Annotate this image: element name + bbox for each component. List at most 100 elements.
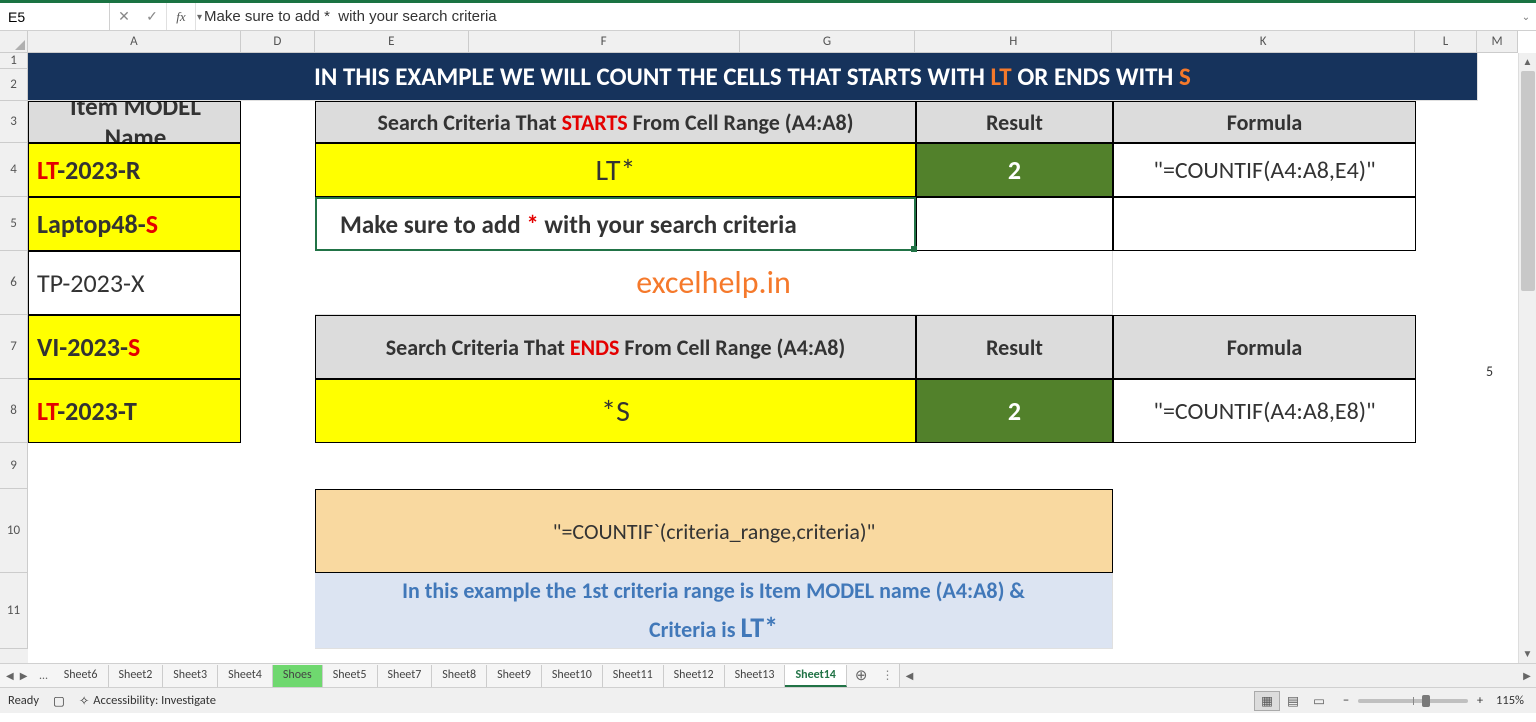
macro-record-icon[interactable]: ▢	[53, 693, 65, 709]
sheet-tab-sheet3[interactable]: Sheet3	[163, 665, 218, 687]
cell-A4[interactable]: LT-2023-R	[28, 143, 241, 197]
cell-E10[interactable]: "=COUNTIF`(criteria_range,criteria)"	[315, 489, 1113, 573]
col-header-L[interactable]: L	[1415, 31, 1477, 53]
cell-E3[interactable]: Search Criteria That STARTS From Cell Ra…	[315, 101, 916, 143]
title-text: IN THIS EXAMPLE WE WILL COUNT THE CELLS …	[314, 61, 990, 92]
e5-pre: Make sure to add	[340, 209, 526, 240]
a7-a: VI-2023-	[37, 331, 128, 363]
a5-b: S	[146, 208, 158, 240]
view-page-layout-icon[interactable]: ▤	[1280, 691, 1306, 711]
sheet-tab-sheet5[interactable]: Sheet5	[323, 665, 378, 687]
cell-A5[interactable]: Laptop48-S	[28, 197, 241, 251]
select-all-corner[interactable]	[0, 31, 28, 53]
cell-H4[interactable]: 2	[916, 143, 1113, 197]
cell-K4[interactable]: "=COUNTIF(A4:A8,E4)"	[1113, 143, 1416, 197]
cell-K8[interactable]: "=COUNTIF(A4:A8,E8)"	[1113, 379, 1416, 443]
status-ready: Ready	[8, 693, 39, 708]
cell-H3[interactable]: Result	[916, 101, 1113, 143]
sheet-tab-sheet9[interactable]: Sheet9	[487, 665, 542, 687]
scroll-up-icon[interactable]: ▲	[1519, 53, 1536, 71]
row-header-1[interactable]: 1	[0, 53, 28, 69]
cell-E4[interactable]: LT*	[315, 143, 916, 197]
watermark: excelhelp.in	[315, 251, 1113, 315]
sheet-tab-sheet14[interactable]: Sheet14	[785, 665, 846, 687]
tabs-prev-icon[interactable]: ◀	[4, 669, 16, 682]
row-header-6[interactable]: 6	[0, 251, 28, 315]
formula-bar: ▾ ✕ ✓ fx ⌄	[0, 3, 1536, 31]
tabs-ellipsis[interactable]: …	[33, 669, 53, 683]
row-header-11[interactable]: 11	[0, 573, 28, 649]
sheet-tab-sheet7[interactable]: Sheet7	[378, 665, 433, 687]
view-normal-icon[interactable]: ▦	[1254, 691, 1280, 711]
sheet-tab-sheet12[interactable]: Sheet12	[664, 665, 725, 687]
cell-H8[interactable]: 2	[916, 379, 1113, 443]
name-box[interactable]: ▾	[0, 3, 110, 30]
accessibility-icon: ✧	[79, 693, 89, 709]
zoom-out-icon[interactable]: −	[1338, 693, 1354, 708]
formula-expand-icon[interactable]: ⌄	[1516, 10, 1536, 23]
col-header-F[interactable]: F	[469, 31, 740, 53]
cell-E8[interactable]: *S	[315, 379, 916, 443]
cell-K5[interactable]	[1113, 197, 1416, 251]
vertical-scrollbar[interactable]: ▲ ▼	[1518, 53, 1536, 663]
col-header-M[interactable]: M	[1477, 31, 1518, 53]
zoom-in-icon[interactable]: +	[1472, 693, 1488, 708]
cell-A7[interactable]: VI-2023-S	[28, 315, 241, 379]
row-header-8[interactable]: 8	[0, 379, 28, 443]
cell-A8[interactable]: LT-2023-T	[28, 379, 241, 443]
scroll-track[interactable]	[1519, 71, 1536, 645]
cell-E11[interactable]: In this example the 1st criteria range i…	[315, 573, 1113, 649]
zoom-percent[interactable]: 115%	[1492, 693, 1528, 708]
row-header-7[interactable]: 7	[0, 315, 28, 379]
scroll-down-icon[interactable]: ▼	[1519, 645, 1536, 663]
sheet-tab-sheet10[interactable]: Sheet10	[542, 665, 603, 687]
zoom-slider[interactable]	[1358, 699, 1468, 703]
row-header-3[interactable]: 3	[0, 101, 28, 143]
scroll-thumb[interactable]	[1521, 71, 1535, 291]
row-header-9[interactable]: 9	[0, 443, 28, 489]
cell-H5[interactable]	[916, 197, 1113, 251]
hscroll-left-icon[interactable]: ◀	[900, 669, 918, 682]
view-page-break-icon[interactable]: ▭	[1306, 691, 1332, 711]
cell-K7[interactable]: Formula	[1113, 315, 1416, 379]
row-headers: 1234567891011	[0, 53, 28, 663]
col-header-D[interactable]: D	[241, 31, 315, 53]
hscroll-right-icon[interactable]: ▶	[1518, 669, 1536, 682]
tabs-next-icon[interactable]: ▶	[18, 669, 30, 682]
cancel-icon[interactable]: ✕	[110, 8, 138, 25]
sheet-tab-sheet2[interactable]: Sheet2	[109, 665, 164, 687]
zoom-thumb[interactable]	[1422, 695, 1430, 707]
col-header-G[interactable]: G	[740, 31, 916, 53]
cell-A3[interactable]: Item MODEL Name	[28, 101, 241, 143]
sheet-tab-sheet13[interactable]: Sheet13	[725, 665, 786, 687]
fx-icon[interactable]: fx	[166, 3, 196, 30]
row-header-5[interactable]: 5	[0, 197, 28, 251]
col-header-K[interactable]: K	[1112, 31, 1415, 53]
sheet-tab-sheet6[interactable]: Sheet6	[54, 665, 109, 687]
sheet-tab-sheet8[interactable]: Sheet8	[432, 665, 487, 687]
col-header-H[interactable]: H	[915, 31, 1112, 53]
sheet-tab-sheet4[interactable]: Sheet4	[218, 665, 273, 687]
cell-E5[interactable]: Make sure to add * with your search crit…	[315, 197, 916, 251]
row-header-2[interactable]: 2	[0, 69, 28, 101]
column-headers: ADEFGHKLM	[28, 31, 1518, 53]
col-header-E[interactable]: E	[315, 31, 469, 53]
formula-input[interactable]	[196, 8, 1516, 25]
sheet-tab-sheet11[interactable]: Sheet11	[603, 665, 664, 687]
cell-H7[interactable]: Result	[916, 315, 1113, 379]
col-header-A[interactable]: A	[28, 31, 241, 53]
cell-E7[interactable]: Search Criteria That ENDS From Cell Rang…	[315, 315, 916, 379]
sheet-tab-shoes[interactable]: Shoes	[273, 665, 323, 687]
horizontal-scrollbar[interactable]: ◀ ▶	[899, 664, 1536, 687]
row-header-10[interactable]: 10	[0, 489, 28, 573]
title-lt: LT	[991, 61, 1012, 92]
cell-A6[interactable]: TP-2023-X	[28, 251, 241, 315]
confirm-icon[interactable]: ✓	[138, 8, 166, 25]
accessibility-status[interactable]: ✧ Accessibility: Investigate	[79, 693, 216, 709]
cell-K3[interactable]: Formula	[1113, 101, 1416, 143]
row-header-4[interactable]: 4	[0, 143, 28, 197]
e3-post: From Cell Range (A4:A8)	[628, 109, 854, 136]
tabs-menu-icon[interactable]: ⋮	[875, 668, 899, 683]
add-sheet-icon[interactable]: ⊕	[847, 666, 876, 685]
formula-buttons: ✕ ✓ fx	[110, 3, 196, 30]
